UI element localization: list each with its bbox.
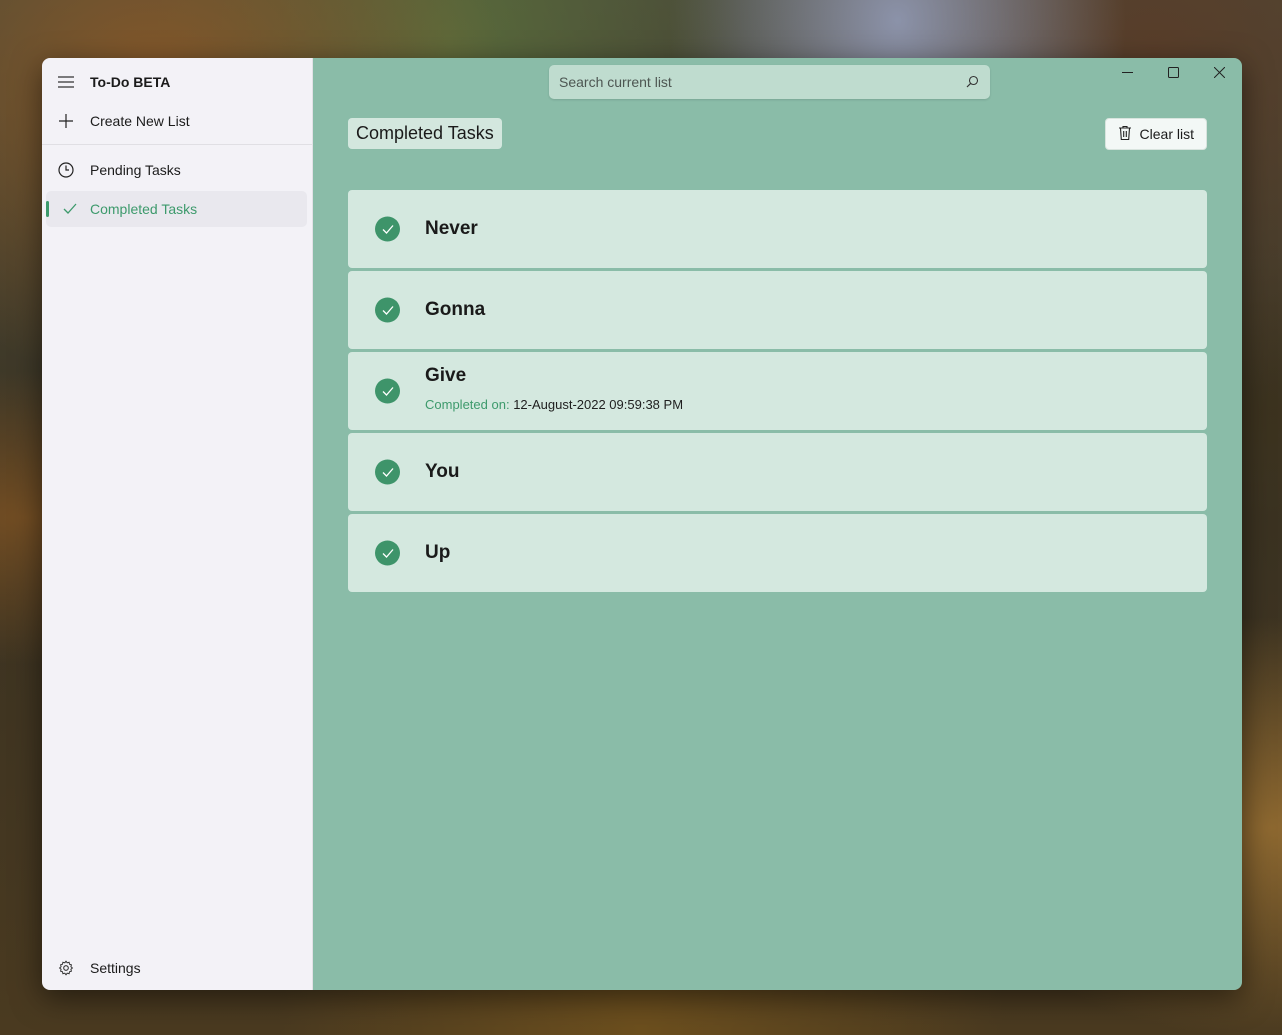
clear-list-label: Clear list [1139, 126, 1194, 142]
search-icon[interactable] [964, 74, 980, 90]
task-item[interactable]: Gonna [348, 271, 1207, 349]
trash-icon [1118, 125, 1132, 144]
task-item[interactable]: Give Completed on: 12-August-2022 09:59:… [348, 352, 1207, 430]
close-icon [1213, 65, 1225, 83]
settings-label: Settings [90, 960, 141, 976]
close-button[interactable] [1196, 58, 1242, 90]
app-header: To-Do BETA [42, 64, 312, 100]
create-new-list-button[interactable]: Create New List [42, 103, 312, 139]
task-title: Gonna [425, 299, 486, 320]
settings-button[interactable]: Settings [42, 950, 312, 986]
maximize-icon [1167, 65, 1179, 83]
sidebar-item-completed-tasks[interactable]: Completed Tasks [46, 191, 307, 227]
completed-on-label: Completed on: [425, 397, 510, 412]
search-box[interactable] [549, 65, 990, 99]
task-title: Up [425, 542, 451, 563]
active-indicator [46, 201, 49, 217]
checkmark-icon [50, 203, 90, 215]
search-input[interactable] [559, 74, 964, 90]
task-title: You [425, 461, 460, 482]
task-completed-date: Completed on: 12-August-2022 09:59:38 PM [425, 397, 683, 412]
app-title: To-Do BETA [90, 74, 171, 90]
plus-icon [42, 114, 90, 128]
task-item[interactable]: You [348, 433, 1207, 511]
completed-on-value: 12-August-2022 09:59:38 PM [513, 397, 684, 412]
clear-list-button[interactable]: Clear list [1104, 118, 1207, 150]
clock-icon [42, 162, 90, 178]
sidebar-item-label: Pending Tasks [90, 162, 181, 178]
task-title: Never [425, 218, 478, 239]
page-title-container: Completed Tasks [348, 118, 502, 149]
sidebar-divider [42, 144, 312, 145]
completed-check-icon[interactable] [375, 216, 400, 242]
main-content: Completed Tasks Clear list Never Gonna [313, 58, 1242, 990]
minimize-button[interactable] [1104, 58, 1150, 90]
hamburger-icon[interactable] [42, 76, 90, 88]
completed-check-icon[interactable] [375, 540, 400, 566]
task-item[interactable]: Up [348, 514, 1207, 592]
sidebar: To-Do BETA Create New List Pending Tasks… [42, 58, 313, 990]
minimize-icon [1121, 65, 1133, 83]
task-item[interactable]: Never [348, 190, 1207, 268]
create-new-list-label: Create New List [90, 113, 190, 129]
completed-check-icon[interactable] [375, 378, 400, 404]
maximize-button[interactable] [1150, 58, 1196, 90]
gear-icon [42, 960, 90, 976]
completed-check-icon[interactable] [375, 297, 400, 323]
task-list: Never Gonna Give Completed on: 12-August… [348, 190, 1207, 595]
page-title: Completed Tasks [356, 123, 494, 143]
completed-check-icon[interactable] [375, 459, 400, 485]
sidebar-item-pending-tasks[interactable]: Pending Tasks [42, 152, 312, 188]
task-title: Give [425, 365, 467, 386]
app-window: To-Do BETA Create New List Pending Tasks… [42, 58, 1242, 990]
sidebar-item-label: Completed Tasks [90, 201, 198, 217]
